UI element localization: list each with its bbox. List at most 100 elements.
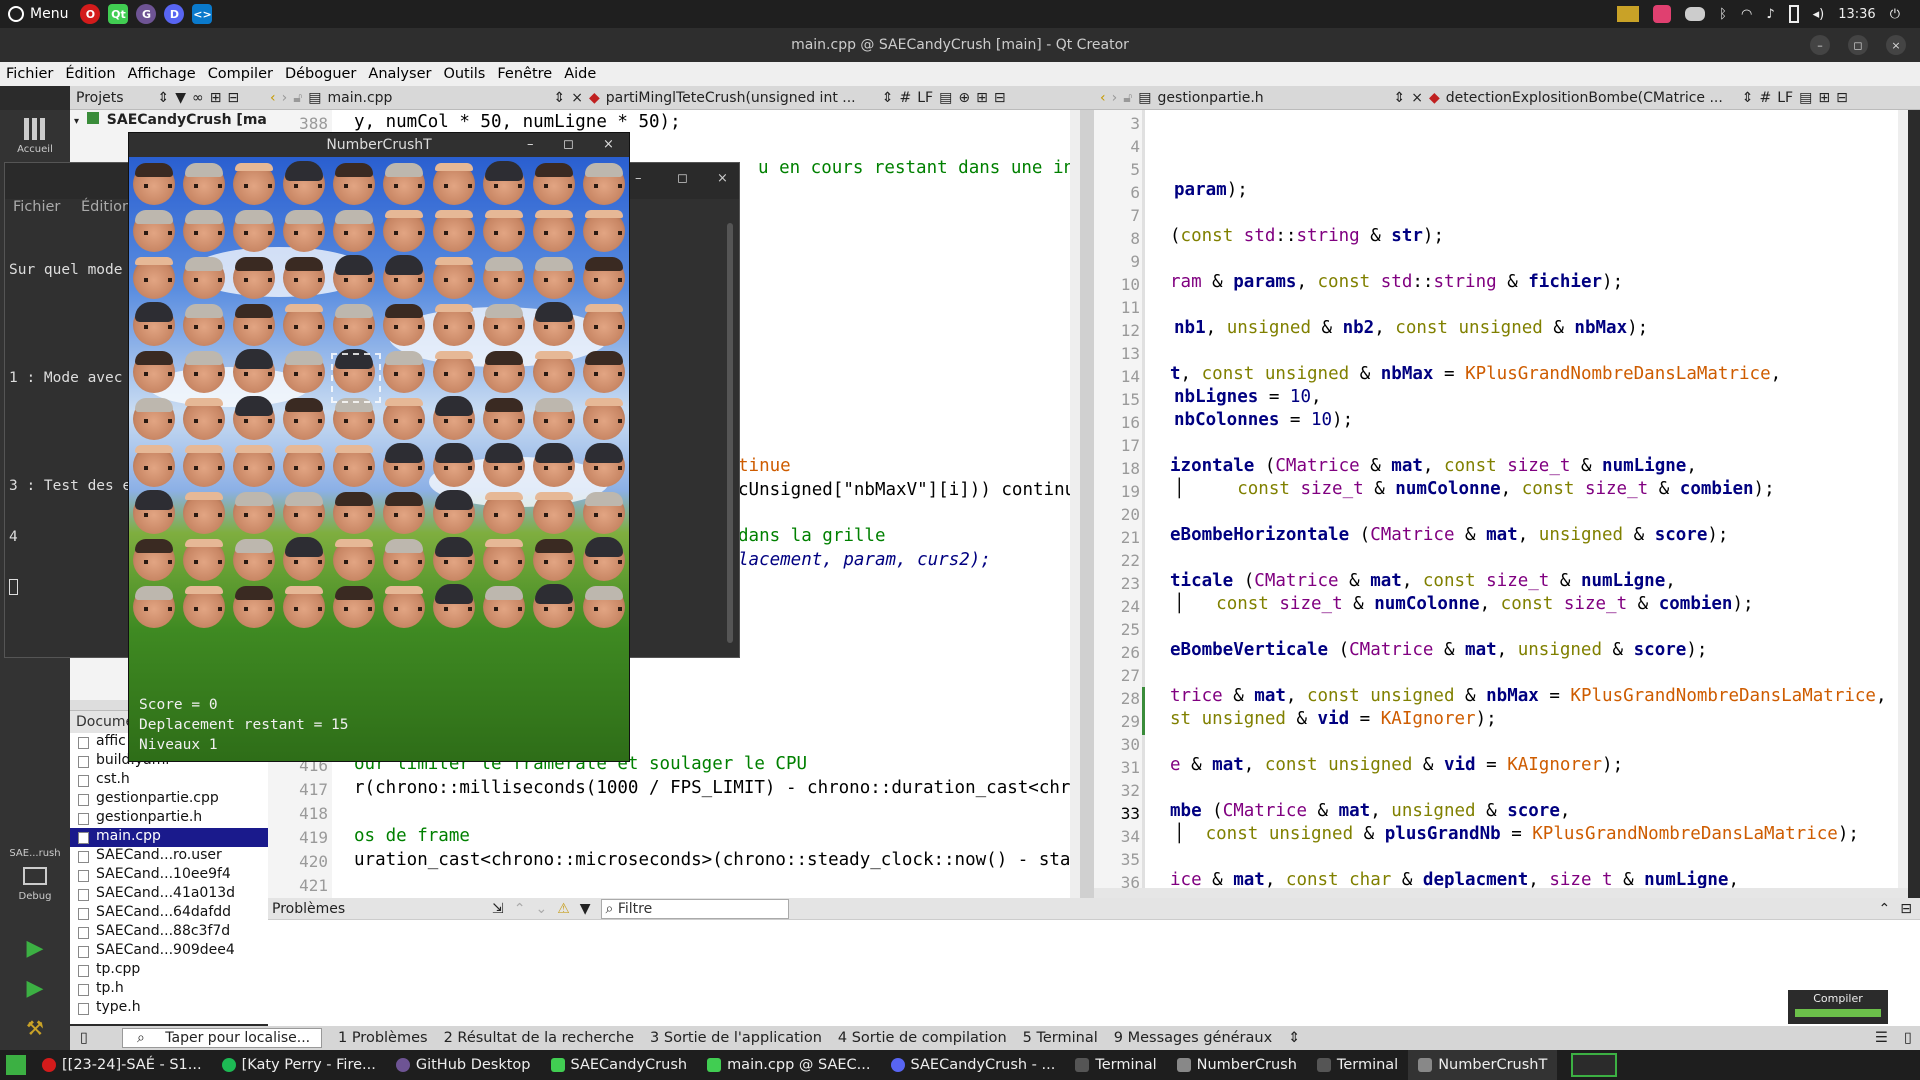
menu-compiler[interactable]: Compiler xyxy=(202,66,279,82)
task-item[interactable]: NumberCrush xyxy=(1167,1050,1307,1080)
bluetooth-icon[interactable]: ᛒ xyxy=(1719,7,1727,22)
close-file-icon[interactable]: × xyxy=(1411,90,1423,106)
left-eol[interactable]: LF xyxy=(917,90,933,106)
candy-tile[interactable] xyxy=(483,398,525,440)
doc-icon[interactable]: ▤ xyxy=(1799,90,1812,106)
candy-tile[interactable] xyxy=(183,539,225,581)
forward-icon[interactable]: › xyxy=(282,90,288,106)
candy-tile[interactable] xyxy=(383,586,425,628)
candy-tile[interactable] xyxy=(383,398,425,440)
app-icon[interactable] xyxy=(1653,5,1672,23)
menu-edition[interactable]: Édition xyxy=(59,66,121,82)
tab-terminal[interactable]: 5 Terminal xyxy=(1015,1030,1106,1046)
candy-tile[interactable] xyxy=(383,255,425,299)
candy-tile[interactable] xyxy=(533,584,575,628)
task-item[interactable]: main.cpp @ SAEC... xyxy=(697,1050,880,1080)
task-item[interactable]: SAECandyCrush - ... xyxy=(881,1050,1066,1080)
candy-tile[interactable] xyxy=(383,163,425,205)
candy-tile[interactable] xyxy=(183,351,225,393)
candy-tile[interactable] xyxy=(433,163,475,205)
candy-tile[interactable] xyxy=(583,398,625,440)
split-side-icon[interactable]: ⊟ xyxy=(1836,90,1848,106)
task-item[interactable]: Terminal xyxy=(1307,1050,1408,1080)
doc-item[interactable]: SAECand...41a013d xyxy=(70,885,268,904)
candy-tile[interactable] xyxy=(283,257,325,299)
show-desktop-icon[interactable] xyxy=(6,1055,26,1075)
debug-run-icon[interactable]: ▶ xyxy=(0,976,70,1001)
candy-tile[interactable] xyxy=(533,443,575,487)
doc-item[interactable]: tp.cpp xyxy=(70,961,268,980)
up-icon[interactable]: ⌃ xyxy=(514,901,526,917)
game-board[interactable]: Score = 0 Deplacement restant = 15 Nivea… xyxy=(129,157,629,761)
vscode-icon[interactable]: <> xyxy=(192,4,213,24)
maximize-icon[interactable]: ◻ xyxy=(1848,35,1868,55)
candy-tile[interactable] xyxy=(183,492,225,534)
candy-tile[interactable] xyxy=(133,163,175,205)
candy-tile[interactable] xyxy=(283,537,325,581)
workspace-switcher[interactable] xyxy=(1571,1053,1618,1077)
doc-item[interactable]: SAECand...ro.user xyxy=(70,847,268,866)
candy-tile[interactable] xyxy=(583,537,625,581)
candy-tile[interactable] xyxy=(383,443,425,487)
candy-tile[interactable] xyxy=(383,304,425,346)
candy-tile[interactable] xyxy=(283,586,325,628)
doc-item[interactable]: type.h xyxy=(70,999,268,1018)
candy-tile[interactable] xyxy=(583,492,625,534)
candy-tile[interactable] xyxy=(483,539,525,581)
minimize-icon[interactable]: – xyxy=(1810,35,1830,55)
candy-tile[interactable] xyxy=(333,210,375,252)
candy-tile[interactable] xyxy=(483,210,525,252)
filter-options-icon[interactable]: ⇲ xyxy=(492,901,504,917)
candy-tile[interactable] xyxy=(133,539,175,581)
candy-tile[interactable] xyxy=(233,539,275,581)
candy-tile[interactable] xyxy=(433,490,475,534)
candy-tile[interactable] xyxy=(483,443,525,487)
candy-tile[interactable] xyxy=(133,351,175,393)
close-icon[interactable]: × xyxy=(717,171,728,186)
task-item[interactable]: SAECandyCrush xyxy=(541,1050,698,1080)
candy-tile[interactable] xyxy=(583,163,625,205)
candy-tile[interactable] xyxy=(233,492,275,534)
minimize-icon[interactable]: – xyxy=(635,171,642,186)
task-item[interactable]: Terminal xyxy=(1065,1050,1166,1080)
menu-fichier[interactable]: Fichier xyxy=(0,66,59,82)
candy-tile[interactable] xyxy=(433,537,475,581)
funnel-icon[interactable]: ▼ xyxy=(580,901,591,917)
candy-tile[interactable] xyxy=(533,351,575,393)
candy-tile[interactable] xyxy=(333,445,375,487)
candy-tile[interactable] xyxy=(483,351,525,393)
doc-item[interactable]: SAECand...88c3f7d xyxy=(70,923,268,942)
tab-search-results[interactable]: 2 Résultat de la recherche xyxy=(436,1030,642,1046)
candy-tile[interactable] xyxy=(533,302,575,346)
progress-details-icon[interactable]: ☰ xyxy=(1867,1030,1896,1046)
candy-tile[interactable] xyxy=(133,257,175,299)
candy-tile[interactable] xyxy=(533,398,575,440)
candy-tile[interactable] xyxy=(433,210,475,252)
monitor-icon[interactable] xyxy=(1617,6,1640,22)
file-dropdown-icon[interactable]: ⇕ xyxy=(554,90,566,106)
candy-tile[interactable] xyxy=(483,304,525,346)
back-icon[interactable]: ‹ xyxy=(1100,90,1106,106)
candy-tile[interactable] xyxy=(433,257,475,299)
detach-icon[interactable]: ⊟ xyxy=(1900,901,1912,917)
code-editor-right[interactable]: 3 4 5 6 7 8 9 10 11 12 13 14 15 16 17 18 19 20 21 22 23 24 25 2… xyxy=(1094,110,1908,892)
candy-tile[interactable] xyxy=(233,586,275,628)
doc-item[interactable]: SAECand...909dee4 xyxy=(70,942,268,961)
candy-tile[interactable] xyxy=(433,443,475,487)
right-symbol-selector[interactable]: detectionExplositionBombe(CMatrice ... xyxy=(1446,90,1736,106)
right-eol[interactable]: LF xyxy=(1777,90,1793,106)
notification-icon[interactable]: ♪ xyxy=(1766,7,1774,22)
candy-tile[interactable] xyxy=(583,210,625,252)
candy-tile[interactable] xyxy=(383,351,425,393)
menu-analyser[interactable]: Analyser xyxy=(362,66,437,82)
candy-tile[interactable] xyxy=(333,163,375,205)
menu-fenetre[interactable]: Fenêtre xyxy=(491,66,558,82)
candy-tile[interactable] xyxy=(233,163,275,205)
github-icon[interactable]: G xyxy=(136,4,157,24)
tab-general-messages[interactable]: 9 Messages généraux xyxy=(1106,1030,1280,1046)
maximize-icon[interactable]: ◻ xyxy=(563,137,574,152)
candy-tile[interactable] xyxy=(533,257,575,299)
clock[interactable]: 13:36 xyxy=(1838,7,1875,22)
candy-tile[interactable] xyxy=(283,210,325,252)
candy-tile[interactable] xyxy=(333,586,375,628)
